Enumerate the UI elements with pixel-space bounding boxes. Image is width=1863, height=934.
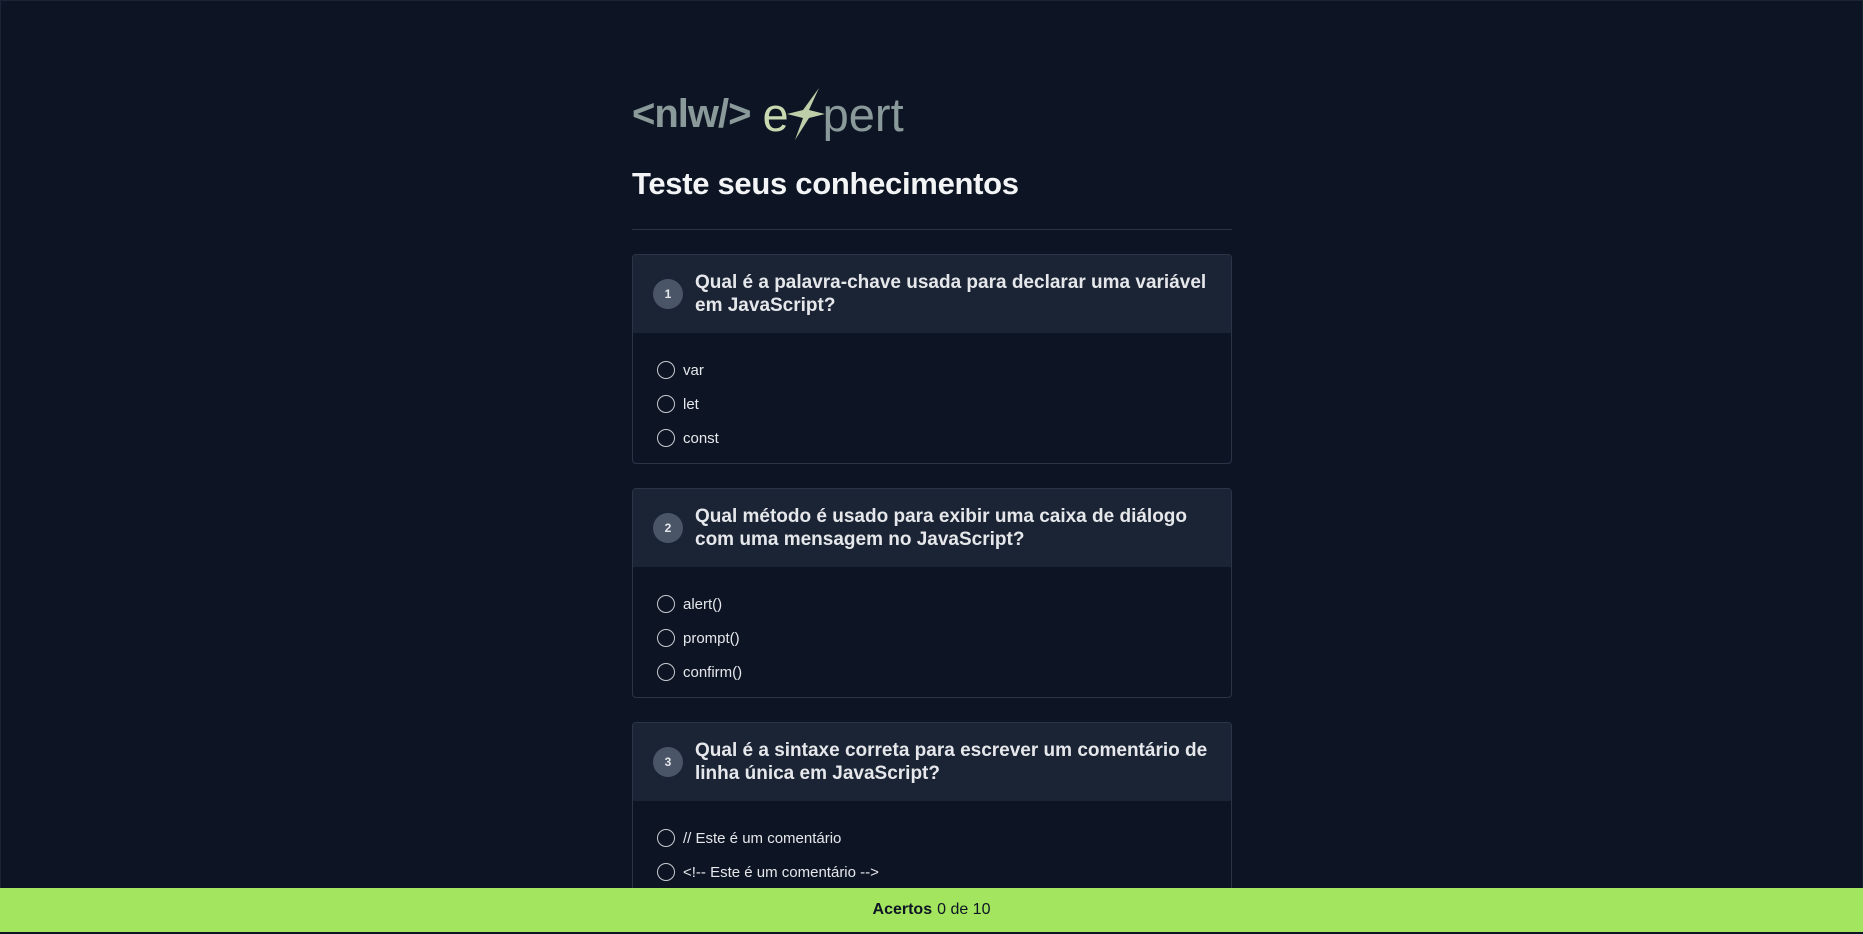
answer-option-label: var [683,361,704,379]
answer-option[interactable]: // Este é um comentário [657,821,1207,855]
question-header: 2 Qual método é usado para exibir uma cai… [633,489,1231,567]
radio-button[interactable] [657,629,675,647]
options-list: var let const [633,333,1231,463]
question-text: Qual é a sintaxe correta para escrever u… [695,740,1208,784]
question-card: 2 Qual método é usado para exibir uma cai… [632,488,1232,698]
answer-option-label: alert() [683,595,723,613]
logo: <nlw/> e pert [632,86,1232,142]
options-list: // Este é um comentário <!-- Este é um co… [633,801,1231,897]
answer-option-label: <!-- Este é um comentário --> [683,863,879,881]
question-number: 3 [653,747,683,777]
answer-option-label: let [683,395,699,413]
quiz-list: 1 Qual é a palavra-chave usada para decla… [632,254,1232,898]
radio-button[interactable] [657,863,675,881]
logo-expert: e pert [763,86,904,142]
logo-expert-rest: pert [822,87,904,141]
sparkle-icon [786,88,825,140]
answer-option[interactable]: alert() [657,587,1207,621]
question-header: 3 Qual é a sintaxe correta para escrever … [633,723,1231,801]
question-card: 1 Qual é a palavra-chave usada para decla… [632,254,1232,464]
answer-option-label: prompt() [683,629,740,647]
page-title: Teste seus conhecimentos [632,166,1019,201]
radio-button[interactable] [657,829,675,847]
options-list: alert() prompt() confirm() [633,567,1231,697]
score-value: 0 de 10 [937,901,991,918]
radio-button[interactable] [657,395,675,413]
radio-button[interactable] [657,361,675,379]
radio-button[interactable] [657,663,675,681]
question-text: Qual método é usado para exibir uma caix… [695,506,1188,550]
answer-option[interactable]: let [657,387,1207,421]
question-number: 1 [653,279,683,309]
score-label: Acertos [872,901,933,918]
answer-option[interactable]: confirm() [657,655,1207,689]
question-number: 2 [653,513,683,543]
answer-option-label: confirm() [683,663,743,681]
answer-option[interactable]: <!-- Este é um comentário --> [657,855,1207,889]
score-bar: Acertos 0 de 10 [0,888,1863,932]
question-header: 1 Qual é a palavra-chave usada para decla… [633,255,1231,333]
question-card: 3 Qual é a sintaxe correta para escrever … [632,722,1232,898]
question-text: Qual é a palavra-chave usada para declar… [695,272,1207,316]
answer-option[interactable]: prompt() [657,621,1207,655]
radio-button[interactable] [657,429,675,447]
logo-nlw: <nlw/> [632,91,751,136]
divider [632,229,1232,230]
answer-option[interactable]: var [657,353,1207,387]
answer-option[interactable]: const [657,421,1207,455]
radio-button[interactable] [657,595,675,613]
answer-option-label: const [683,429,719,447]
answer-option-label: // Este é um comentário [683,829,842,847]
main-container: <nlw/> e pert Teste seus conhecimentos 1… [632,0,1232,922]
